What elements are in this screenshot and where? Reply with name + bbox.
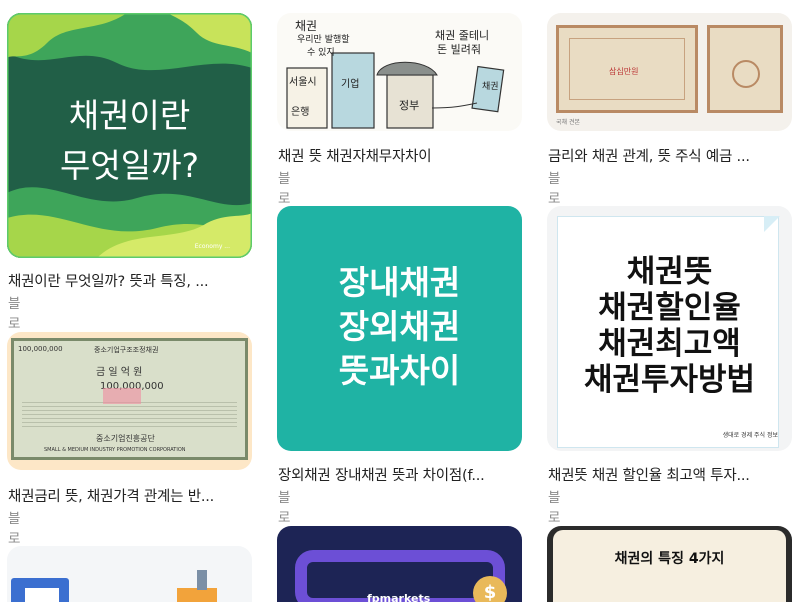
certificate-caption: 국채 견본: [556, 119, 580, 126]
drawing-label: 정부: [399, 99, 420, 112]
drawing-label: 돈 빌려줘: [437, 43, 481, 56]
thumbnail-heading: 채권의 특징 4가지: [614, 551, 725, 567]
result-title[interactable]: 채권금리 뜻, 채권가격 관계는 반...: [8, 485, 253, 506]
thumbnail-footer: Economy ...: [194, 243, 230, 250]
factory-icon: [177, 588, 217, 602]
heading-line: 장내채권: [338, 263, 461, 302]
result-title[interactable]: 채권뜻 채권 할인율 최고액 투자...: [548, 464, 788, 485]
brand-logo: fpmarkets: [367, 592, 431, 602]
certificate-number: 100,000,000: [18, 345, 63, 353]
result-thumbnail[interactable]: 채권뜻 채권할인율 채권최고액 채권투자방법 생대로 경제 주식 정보: [547, 206, 792, 451]
result-title[interactable]: 금리와 채권 관계, 뜻 주식 예금 ...: [548, 145, 788, 166]
heading-line: 채권최고액: [598, 326, 741, 362]
certificate-amount: 금 일 억 원: [96, 367, 143, 378]
thumbnail-heading: 장내채권 장외채권 뜻과차이: [277, 261, 522, 393]
bond-certificate-image: 삼십만원: [556, 25, 698, 113]
drawing-label: 수 있지: [307, 48, 335, 58]
certificate-issuer-en: SMALL & MEDIUM INDUSTRY PROMOTION CORPOR…: [44, 447, 186, 453]
heading-line: 장외채권: [338, 307, 461, 346]
certificate-title: 중소기업구조조정채권: [94, 346, 159, 354]
result-thumbnail[interactable]: fpmarkets $: [277, 526, 522, 602]
result-thumbnail[interactable]: 삼십만원 국채 견본: [547, 13, 792, 131]
heading-line: 채권할인율: [598, 290, 741, 326]
result-thumbnail[interactable]: 채권 우리만 발행할 수 있지 채권 줄테니 돈 빌려줘 서울시 은행 기업 정…: [277, 13, 522, 131]
heading-line: 채권뜻: [626, 254, 713, 290]
thumbnail-heading: 채권이란 무엇일까?: [7, 91, 252, 191]
thumbnail-footer: 생대로 경제 주식 정보: [722, 432, 778, 439]
drawing-label: 서울시: [289, 77, 317, 88]
heading-line: 뜻과차이: [338, 351, 461, 390]
result-title[interactable]: 장외채권 장내채권 뜻과 차이점(f...: [278, 464, 523, 485]
drawing-label: 채권: [482, 82, 499, 92]
certificate-amount: 삼십만원: [609, 67, 639, 76]
certificate-issuer: 중소기업진흥공단: [96, 434, 155, 443]
pink-stamp: [103, 388, 141, 404]
dollar-coin-icon: $: [473, 576, 507, 602]
heading-line: 무엇일까?: [60, 146, 199, 185]
result-title[interactable]: 채권 뜻 채권자채무자차이: [278, 145, 523, 166]
heading-line: 채권이란: [68, 96, 191, 135]
heading-line: 채권투자방법: [583, 362, 756, 398]
result-thumbnail[interactable]: [7, 546, 252, 602]
drawing-label: 기업: [341, 79, 360, 90]
result-thumbnail[interactable]: 100,000,000 중소기업구조조정채권 금 일 억 원 100,000,0…: [7, 332, 252, 470]
document-icon: [23, 586, 61, 602]
drawing-label: 은행: [291, 107, 310, 118]
drawing-label: 우리만 발행할: [297, 35, 350, 45]
page-fold-icon: [764, 216, 780, 232]
result-thumbnail[interactable]: 채권의 특징 4가지: [547, 526, 792, 602]
thumbnail-heading: 채권뜻 채권할인율 채권최고액 채권투자방법: [547, 254, 792, 398]
chimney: [197, 570, 207, 590]
result-title[interactable]: 채권이란 무엇일까? 뜻과 특징, ...: [8, 270, 253, 291]
result-thumbnail[interactable]: 채권이란 무엇일까? Economy ...: [7, 13, 252, 258]
bond-certificate-image: [707, 25, 783, 113]
result-thumbnail[interactable]: 장내채권 장외채권 뜻과차이: [277, 206, 522, 451]
